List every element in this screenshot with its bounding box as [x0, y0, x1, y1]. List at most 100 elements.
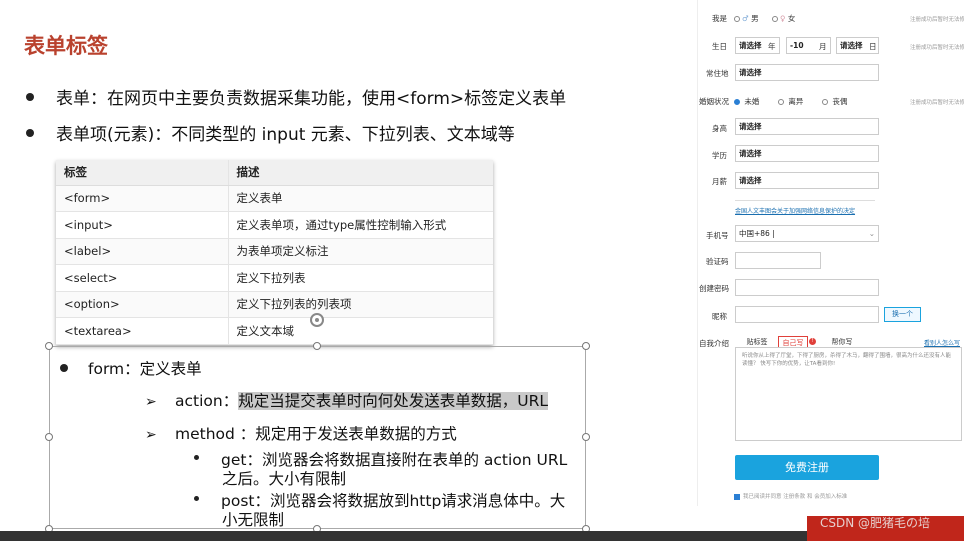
option-label: 女	[787, 14, 796, 23]
radio-icon	[822, 99, 828, 105]
radio-checked-icon	[734, 99, 740, 105]
table-cell: 定义下拉列表	[228, 264, 493, 292]
table-row: <input> 定义表单项，通过type属性控制输入形式	[56, 211, 493, 239]
watermark: CSDN @肥猪毛の培	[820, 516, 931, 530]
income-select[interactable]: 请选择	[735, 172, 879, 189]
agreement[interactable]: 我已阅读并同意 注册条款 和 会员加入标准	[734, 492, 847, 500]
option-label: 丧偶	[832, 97, 848, 106]
bullet-text: 表单：在网页中主要负责数据采集功能，使用<form>标签定义表单	[56, 89, 567, 109]
see-others-link[interactable]: 看别人怎么写	[924, 338, 960, 347]
radio-icon	[778, 99, 784, 105]
nickname-label: 昵称	[712, 312, 727, 321]
action-desc: 规定当提交表单时向何处发送表单数据，URL	[238, 392, 548, 410]
register-button[interactable]: 免费注册	[735, 455, 879, 480]
option-label: 离异	[788, 97, 804, 106]
marital-option[interactable]: 未婚	[734, 96, 759, 107]
arrow-icon: ➢	[145, 427, 157, 443]
income-label: 月薪	[712, 177, 727, 186]
day-unit: 日	[869, 42, 877, 51]
education-label: 学历	[712, 151, 727, 160]
table-cell: <label>	[56, 238, 229, 265]
table-cell: <form>	[56, 185, 229, 212]
hint-text: 注册成功后暂时无法修改	[910, 100, 964, 106]
bullet-dot	[26, 129, 34, 137]
tag-table: 标签 描述 <form> 定义表单 <input> 定义表单项，通过type属性控制…	[56, 160, 493, 345]
intro-textarea[interactable]: 听说你从上得了厅堂，下得了厨房，杀得了木马，翻得了围墙，很高为什么还没有人能读懂…	[735, 347, 962, 441]
table-header-row: 标签 描述	[56, 160, 493, 186]
table-row: <textarea> 定义文本域	[56, 317, 493, 345]
method-line: ➢ method ：规定用于发送表单数据的方式	[145, 422, 457, 444]
option-label: 男	[751, 14, 759, 23]
table-row: <select> 定义下拉列表	[56, 264, 493, 292]
divider	[735, 200, 875, 201]
marital-option[interactable]: 丧偶	[822, 96, 847, 107]
table-cell: <textarea>	[56, 317, 229, 345]
residence-select[interactable]: 请选择	[735, 64, 879, 81]
notice-link[interactable]: 金国人文丰图会关于加强网络信息保护的决定	[735, 206, 855, 215]
birthday-label: 生日	[712, 42, 727, 51]
table-cell: 定义文本域	[228, 317, 493, 345]
radio-icon	[772, 16, 778, 22]
table-cell: 为表单项定义标注	[228, 238, 493, 265]
alert-icon: !	[809, 338, 816, 345]
password-label: 创建密码	[699, 284, 729, 293]
hint-text: 注册成功后暂时无法修改	[910, 17, 964, 23]
radio-icon	[734, 16, 740, 22]
screen: 表单标签 表单：在网页中主要负责数据采集功能，使用<form>标签定义表单 表单…	[0, 0, 964, 541]
phone-input[interactable]: 中国+86 | ⌄	[735, 225, 879, 242]
agreement-text: 我已阅读并同意 注册条款 和 会员加入标准	[743, 494, 848, 500]
resize-handle[interactable]	[45, 342, 53, 350]
table-cell: 定义表单	[228, 185, 493, 212]
captcha-input[interactable]	[735, 252, 821, 269]
bullet-dot	[194, 496, 199, 501]
bullet-dot	[194, 455, 199, 460]
action-line: ➢ action：规定当提交表单时向何处发送表单数据，URL	[145, 389, 548, 411]
action-label: action：	[175, 392, 239, 410]
gender-label: 我是	[712, 14, 727, 23]
form-text: form：定义表单	[88, 360, 202, 378]
gender-male-option[interactable]: ♂ 男	[734, 13, 759, 24]
resize-handle[interactable]	[582, 342, 590, 350]
table-header: 标签	[56, 160, 229, 186]
residence-label: 常住地	[706, 69, 729, 78]
phone-prefix: 中国+86 |	[739, 229, 775, 238]
table-cell: <option>	[56, 291, 229, 318]
table-row: <option> 定义下拉列表的列表项	[56, 291, 493, 318]
bullet-dot	[26, 93, 34, 101]
arrow-icon: ➢	[145, 394, 157, 410]
bullet-text: 表单项(元素)：不同类型的 input 元素、下拉列表、文本域等	[56, 125, 515, 145]
resize-handle[interactable]	[313, 342, 321, 350]
table-cell: <select>	[56, 264, 229, 292]
bullet-form-items: 表单项(元素)：不同类型的 input 元素、下拉列表、文本域等	[26, 120, 515, 145]
captcha-label: 验证码	[706, 257, 729, 266]
method-text: method ：规定用于发送表单数据的方式	[175, 425, 457, 443]
password-input[interactable]	[735, 279, 879, 296]
height-label: 身高	[712, 124, 727, 133]
phone-label: 手机号	[706, 231, 729, 240]
rotate-handle[interactable]	[310, 313, 324, 327]
change-nickname-button[interactable]: 换一个	[884, 307, 921, 322]
checkbox-icon[interactable]	[734, 493, 740, 500]
form-line: form：定义表单	[60, 357, 202, 379]
intro-placeholder: 听说你从上得了厅堂，下得了厨房，杀得了木马，翻得了围墙，很高为什么还没有人能读懂…	[742, 353, 952, 367]
height-select[interactable]: 请选择	[735, 118, 879, 135]
option-label: 未婚	[744, 97, 760, 106]
education-select[interactable]: 请选择	[735, 145, 879, 162]
slide-title: 表单标签	[24, 34, 108, 58]
gender-female-option[interactable]: ♀ 女	[772, 13, 795, 24]
table-row: <label> 为表单项定义标注	[56, 238, 493, 265]
table-header: 描述	[228, 160, 493, 186]
resize-handle[interactable]	[582, 433, 590, 441]
female-icon: ♀	[780, 14, 786, 23]
month-unit: 月	[819, 42, 827, 51]
chevron-down-icon: ⌄	[868, 229, 875, 238]
resize-handle[interactable]	[45, 433, 53, 441]
nickname-input[interactable]	[735, 306, 879, 323]
marital-label: 婚姻状况	[699, 97, 729, 106]
marital-option[interactable]: 离异	[778, 96, 803, 107]
get-line-2: 之后。大小有限制	[222, 470, 347, 488]
table-cell: <input>	[56, 211, 229, 239]
intro-label: 自我介绍	[699, 339, 729, 348]
male-icon: ♂	[742, 14, 749, 23]
table-cell: 定义下拉列表的列表项	[228, 291, 493, 318]
